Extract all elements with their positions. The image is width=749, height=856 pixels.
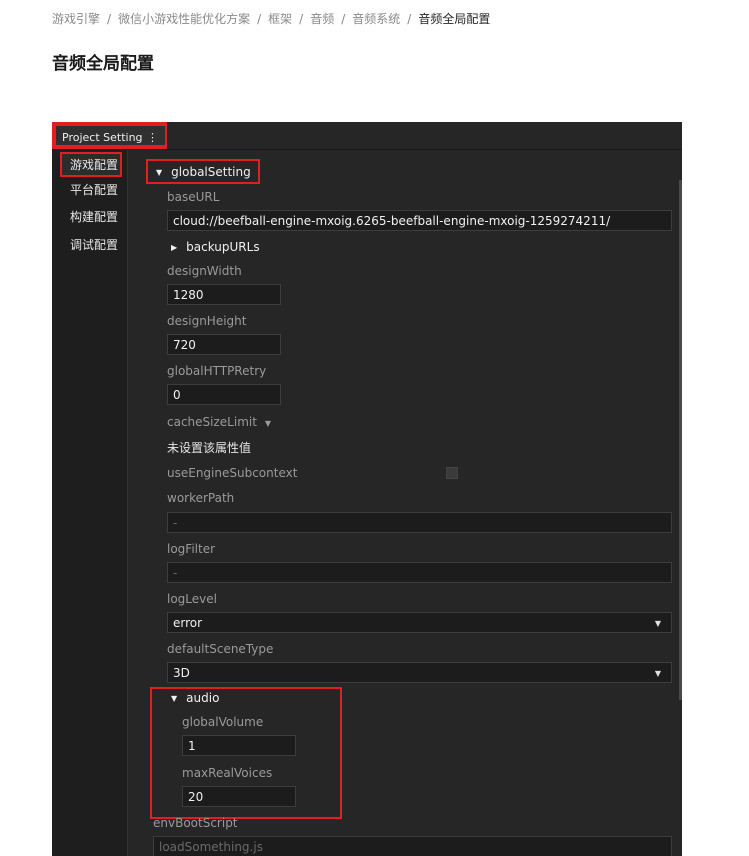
backup-urls-label: backupURLs [186,240,260,254]
breadcrumb-item[interactable]: 框架 [268,12,292,26]
default-scene-type-label: defaultSceneType [167,642,274,656]
chevron-down-icon: ▼ [654,669,661,678]
log-level-label: logLevel [167,592,217,606]
design-height-label: designHeight [167,314,247,328]
breadcrumb: 游戏引擎 / 微信小游戏性能优化方案 / 框架 / 音频 / 音频系统 / 音频全局配置 [52,10,490,27]
cache-size-limit-text: cacheSizeLimit [167,415,257,429]
default-scene-type-select[interactable]: 3D ▼ [167,662,672,683]
worker-path-input[interactable]: - [167,512,672,533]
audio-toggle[interactable]: ▼ audio [171,691,219,705]
settings-sidebar: 游戏配置 平台配置 构建配置 调试配置 [52,150,128,856]
breadcrumb-current: 音频全局配置 [418,12,491,26]
global-setting-toggle[interactable]: ▼ globalSetting [156,165,251,179]
breadcrumb-separator: / [107,12,112,26]
default-scene-type-value: 3D [173,666,190,680]
caret-right-icon: ▶ [171,243,178,252]
scrollbar[interactable] [679,180,682,700]
global-volume-label: globalVolume [182,715,264,729]
env-boot-script-input[interactable]: loadSomething.js [153,836,672,856]
global-http-retry-label: globalHTTPRetry [167,364,267,378]
cache-size-limit-value: 未设置该属性值 [167,441,252,455]
breadcrumb-separator: / [299,12,304,26]
max-real-voices-label: maxRealVoices [182,766,273,780]
breadcrumb-item[interactable]: 微信小游戏性能优化方案 [118,12,250,26]
env-boot-script-label: envBootScript [153,816,238,830]
global-http-retry-input[interactable]: 0 [167,384,281,405]
base-url-label: baseURL [167,190,220,204]
chevron-down-icon: ▼ [654,619,661,628]
design-height-input[interactable]: 720 [167,334,281,355]
project-setting-panel: Project Setting ⋮ 游戏配置 平台配置 构建配置 调试配置 ▼ g… [52,122,682,856]
log-level-value: error [173,616,203,630]
audio-label: audio [186,691,220,705]
highlight-box [52,122,167,149]
caret-down-icon: ▼ [171,694,178,703]
design-width-label: designWidth [167,264,242,278]
cache-size-limit-label[interactable]: cacheSizeLimit ▼ [167,415,271,429]
log-filter-input[interactable]: - [167,562,672,583]
base-url-input[interactable]: cloud://beefball-engine-mxoig.6265-beefb… [167,210,672,231]
breadcrumb-item[interactable]: 音频 [310,12,334,26]
sidebar-item-platform-config[interactable]: 平台配置 [70,181,118,198]
global-volume-input[interactable]: 1 [182,735,296,756]
sidebar-item-debug-config[interactable]: 调试配置 [70,236,118,253]
sidebar-item-game-config[interactable]: 游戏配置 [60,152,122,177]
breadcrumb-separator: / [341,12,346,26]
global-setting-label: globalSetting [171,165,251,179]
caret-down-icon: ▼ [156,168,163,177]
breadcrumb-item[interactable]: 游戏引擎 [52,12,100,26]
use-engine-subcontext-label: useEngineSubcontext [167,466,298,480]
log-filter-label: logFilter [167,542,216,556]
caret-down-icon: ▼ [264,419,272,428]
sidebar-item-build-config[interactable]: 构建配置 [70,208,118,225]
settings-content: ▼ globalSetting baseURL cloud://beefball-… [128,150,682,856]
design-width-input[interactable]: 1280 [167,284,281,305]
backup-urls-toggle[interactable]: ▶ backupURLs [171,240,260,254]
use-engine-subcontext-checkbox[interactable] [446,467,458,479]
breadcrumb-item[interactable]: 音频系统 [352,12,400,26]
page-title: 音频全局配置 [52,54,154,74]
log-level-select[interactable]: error ▼ [167,612,672,633]
breadcrumb-separator: / [407,12,412,26]
max-real-voices-input[interactable]: 20 [182,786,296,807]
worker-path-label: workerPath [167,491,235,505]
breadcrumb-separator: / [257,12,262,26]
